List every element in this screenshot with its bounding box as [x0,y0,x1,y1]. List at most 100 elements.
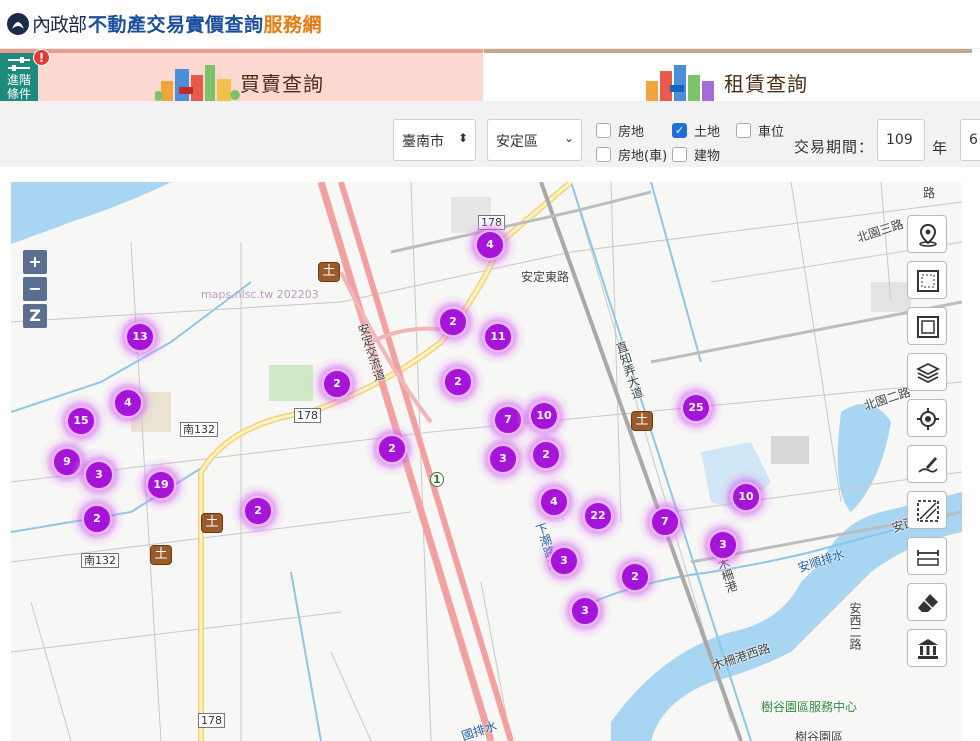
select-area-icon [917,270,939,292]
draw-line-icon [918,457,938,473]
zoom-in-button[interactable]: + [23,250,47,274]
transaction-cluster[interactable]: 2 [364,421,420,477]
transaction-cluster[interactable]: 3 [557,583,613,639]
transaction-cluster[interactable]: 4 [462,217,518,273]
district-select[interactable]: 安定區 ⌄ [487,119,582,161]
advanced-label-line1: 進階 [6,73,31,87]
transaction-cluster[interactable]: 7 [637,494,693,550]
type-label: 房地 [618,125,645,140]
alert-badge-icon: ! [33,49,50,66]
site-title-main: 不動產交易實價查詢 [88,14,264,36]
measure-distance-icon [917,550,939,566]
zoom-out-button[interactable]: − [23,277,47,301]
type-label: 車位 [758,125,785,140]
transaction-cluster[interactable]: 2 [230,483,286,539]
freeway-shield: 1 [430,472,444,487]
transaction-cluster[interactable]: 3 [536,533,592,589]
type-checkbox-parking[interactable]: 車位 [736,121,784,140]
cluster-count: 2 [620,562,650,592]
checkbox-checked-icon[interactable]: ✓ [672,123,687,138]
cluster-count: 3 [549,546,579,576]
advanced-label-line2: 條件 [6,87,31,101]
site-logo[interactable]: 內政部 不動產交易實價查詢服務網 [6,10,322,37]
cluster-count: 4 [113,388,143,418]
eraser-icon [918,594,938,612]
cluster-count: 2 [443,367,473,397]
type-checkbox-house-land[interactable]: 房地 [596,121,644,140]
transaction-cluster[interactable]: 25 [668,380,724,436]
ministry-emblem-icon [7,12,29,35]
cluster-count: 3 [708,530,738,560]
tab-buy[interactable]: 買賣查詢 [0,49,483,101]
site-title-accent: 服務網 [263,14,323,36]
road-shield: 南132 [180,422,218,437]
query-tabs: 買賣查詢 租賃查詢 [0,49,980,101]
tab-buy-label: 買賣查詢 [240,72,324,96]
service-center-label: 樹谷園區服務中心 [761,700,858,714]
crop-area-button[interactable] [907,307,947,345]
map-canvas[interactable]: + − Z maps.nlsc.tw 202203 178 178 南132 南… [11,182,962,741]
map-watermark: maps.nlsc.tw 202203 [201,288,319,301]
transaction-cluster[interactable]: 2 [430,354,486,410]
transaction-cluster[interactable]: 13 [112,309,168,365]
street-label: 安西二路 [848,602,862,650]
landmark-button[interactable] [907,629,947,667]
cluster-count: 25 [681,393,711,423]
cluster-count: 3 [570,596,600,626]
checkbox-box[interactable] [736,123,751,138]
land-poi-marker[interactable]: 土 [318,262,340,282]
transaction-cluster[interactable]: 2 [69,491,125,547]
type-checkbox-building[interactable]: 建物 [672,145,720,164]
updown-icon: ⬍ [457,131,468,145]
cluster-count: 2 [377,434,407,464]
advanced-conditions-button[interactable]: 進階 條件 [0,53,38,107]
transaction-cluster[interactable]: 3 [695,517,751,573]
cluster-count: 2 [438,307,468,337]
cluster-count: 4 [539,487,569,517]
cluster-count: 4 [475,230,505,260]
draw-line-button[interactable] [907,445,947,483]
land-poi-marker[interactable]: 土 [201,513,223,533]
month-input[interactable]: 6 [960,119,980,161]
checkbox-box[interactable] [596,147,611,162]
layers-button[interactable] [907,353,947,391]
locate-pin-icon [919,223,937,247]
transaction-cluster[interactable]: 19 [133,457,189,513]
cluster-count: 11 [483,322,513,352]
measure-distance-button[interactable] [907,537,947,575]
land-poi-marker[interactable]: 土 [150,545,172,565]
year-input[interactable]: 109 [877,119,925,161]
cluster-count: 13 [125,322,155,352]
checkbox-box[interactable] [672,147,687,162]
tab-rent[interactable]: 租賃查詢 [484,49,972,101]
select-area-button[interactable] [907,261,947,299]
type-checkbox-house-land-parking[interactable]: 房地(車) [596,145,667,164]
checkbox-box[interactable] [596,123,611,138]
chevron-down-icon: ⌄ [563,131,574,145]
sliders-icon [8,57,30,71]
locate-pin-button[interactable] [907,215,947,253]
city-select[interactable]: 臺南市 ⬍ [393,119,476,161]
cluster-count: 2 [82,504,112,534]
street-label: 路 [923,186,936,200]
eraser-button[interactable] [907,583,947,621]
landmark-icon [918,639,938,659]
cluster-count: 3 [488,444,518,474]
cluster-count: 15 [66,406,96,436]
type-checkbox-land[interactable]: ✓ 土地 [672,121,720,140]
gps-target-button[interactable] [907,399,947,437]
transaction-cluster[interactable]: 2 [607,549,663,605]
road-shield: 南132 [81,553,119,568]
transaction-cluster[interactable]: 2 [309,356,365,412]
zoom-reset-button[interactable]: Z [23,304,47,328]
tab-rent-label: 租賃查詢 [724,72,808,96]
city-rent-illustration-icon [646,65,714,101]
cluster-count: 7 [650,507,680,537]
land-poi-marker[interactable]: 土 [631,411,653,431]
cluster-count: 3 [84,460,114,490]
park-gate-label: 樹谷園區 [795,730,844,741]
cluster-count: 2 [531,440,561,470]
cluster-count: 22 [583,501,613,531]
measure-area-button[interactable] [907,491,947,529]
cluster-count: 2 [322,369,352,399]
